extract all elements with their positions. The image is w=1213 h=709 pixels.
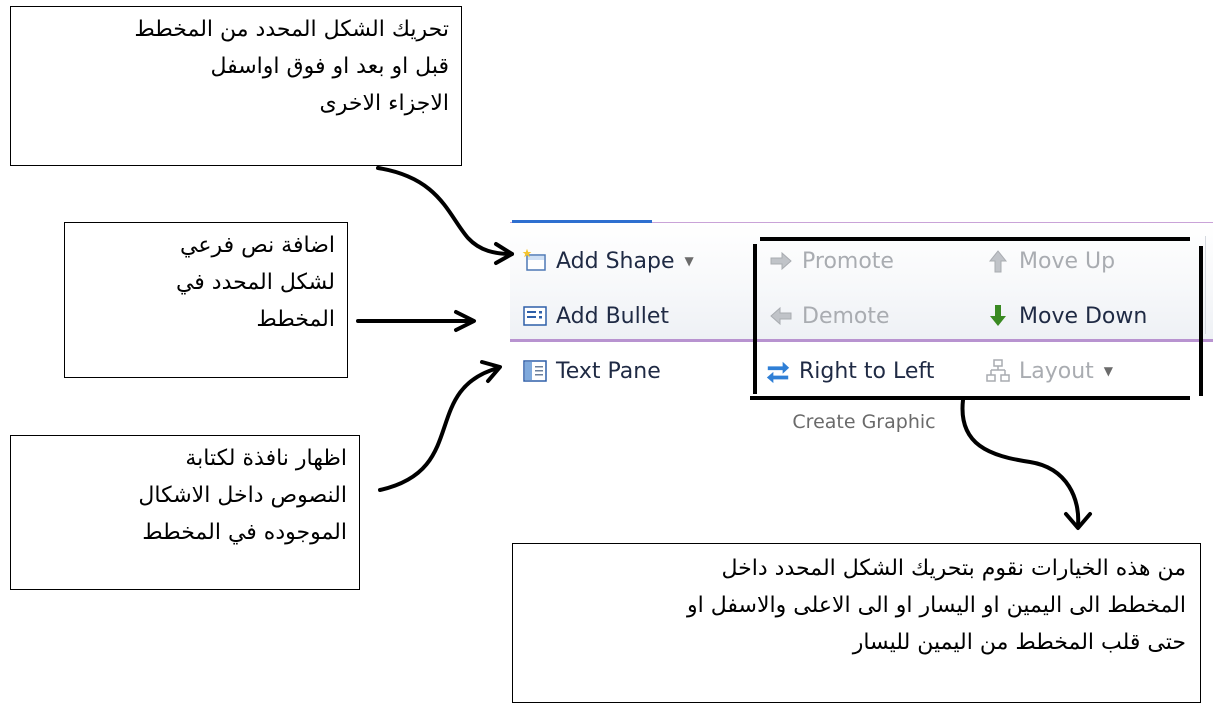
callout-add-bullet: اضافة نص فرعي لشكل المحدد في المخطط <box>64 222 348 378</box>
arrow-to-add-shape <box>376 166 514 256</box>
frame-left-line <box>753 244 757 394</box>
callout-line: الاجزاء الاخرى <box>319 91 449 116</box>
promote-label: Promote <box>802 248 894 274</box>
add-shape-icon <box>522 248 548 274</box>
callout-line: تحريك الشكل المحدد من المخطط <box>134 17 449 42</box>
add-shape-button[interactable]: Add Shape ▼ <box>522 248 694 274</box>
right-to-left-label: Right to Left <box>799 358 935 384</box>
arrow-to-options <box>960 398 1081 527</box>
text-pane-icon <box>522 358 548 384</box>
callout-line: من هذه الخيارات نقوم بتحريك الشكل المحدد… <box>721 556 1186 581</box>
add-bullet-icon <box>522 303 548 329</box>
group-divider <box>1205 236 1206 334</box>
move-up-button[interactable]: Move Up <box>985 248 1115 274</box>
layout-button[interactable]: Layout ▼ <box>985 358 1113 384</box>
callout-line: النصوص داخل الاشكال <box>138 483 347 508</box>
demote-button[interactable]: Demote <box>768 303 890 329</box>
layout-hierarchy-icon <box>985 358 1011 384</box>
group-label: Create Graphic <box>792 411 936 433</box>
callout-line: قبل او بعد او فوق اواسفل <box>210 54 449 79</box>
callout-line: اضافة نص فرعي <box>180 233 335 258</box>
move-down-label: Move Down <box>1019 303 1148 329</box>
add-shape-label: Add Shape <box>556 248 675 274</box>
promote-button[interactable]: Promote <box>768 248 894 274</box>
callout-move-shape: تحريك الشكل المحدد من المخطط قبل او بعد … <box>10 6 462 166</box>
layout-label: Layout <box>1019 358 1094 384</box>
callout-options: من هذه الخيارات نقوم بتحريك الشكل المحدد… <box>512 543 1201 703</box>
callout-line: حتى قلب المخطط من اليمين لليسار <box>852 630 1186 655</box>
chevron-down-icon[interactable]: ▼ <box>684 254 693 268</box>
right-to-left-button[interactable]: Right to Left <box>765 358 934 384</box>
demote-label: Demote <box>802 303 890 329</box>
arrow-left-icon <box>768 303 794 329</box>
callout-line: المخطط الى اليمين او اليسار او الى الاعل… <box>687 593 1186 618</box>
add-bullet-button[interactable]: Add Bullet <box>522 303 669 329</box>
arrowhead <box>454 310 476 332</box>
arrow-up-icon <box>985 248 1011 274</box>
active-tab-indicator <box>512 220 652 223</box>
callout-line: لشكل المحدد في <box>175 270 335 295</box>
swap-arrows-icon <box>765 358 791 384</box>
frame-bottom-line <box>750 396 1190 400</box>
move-up-label: Move Up <box>1019 248 1116 274</box>
text-pane-label: Text Pane <box>556 358 661 384</box>
move-down-button[interactable]: Move Down <box>985 303 1147 329</box>
chevron-down-icon[interactable]: ▼ <box>1104 364 1113 378</box>
frame-top-line <box>760 237 1190 241</box>
frame-right-line <box>1199 246 1203 396</box>
add-bullet-label: Add Bullet <box>556 303 670 329</box>
arrowhead <box>1064 512 1092 530</box>
arrow-down-icon <box>985 303 1011 329</box>
callout-line: الموجوده في المخطط <box>142 520 347 545</box>
arrow-right-icon <box>768 248 794 274</box>
callout-text-pane: اظهار نافذة لكتابة النصوص داخل الاشكال ا… <box>10 435 360 590</box>
callout-line: اظهار نافذة لكتابة <box>185 446 347 471</box>
text-pane-button[interactable]: Text Pane <box>522 358 661 384</box>
callout-line: المخطط <box>256 307 335 332</box>
arrow-to-text-pane <box>378 366 500 492</box>
arrowhead <box>480 360 502 383</box>
